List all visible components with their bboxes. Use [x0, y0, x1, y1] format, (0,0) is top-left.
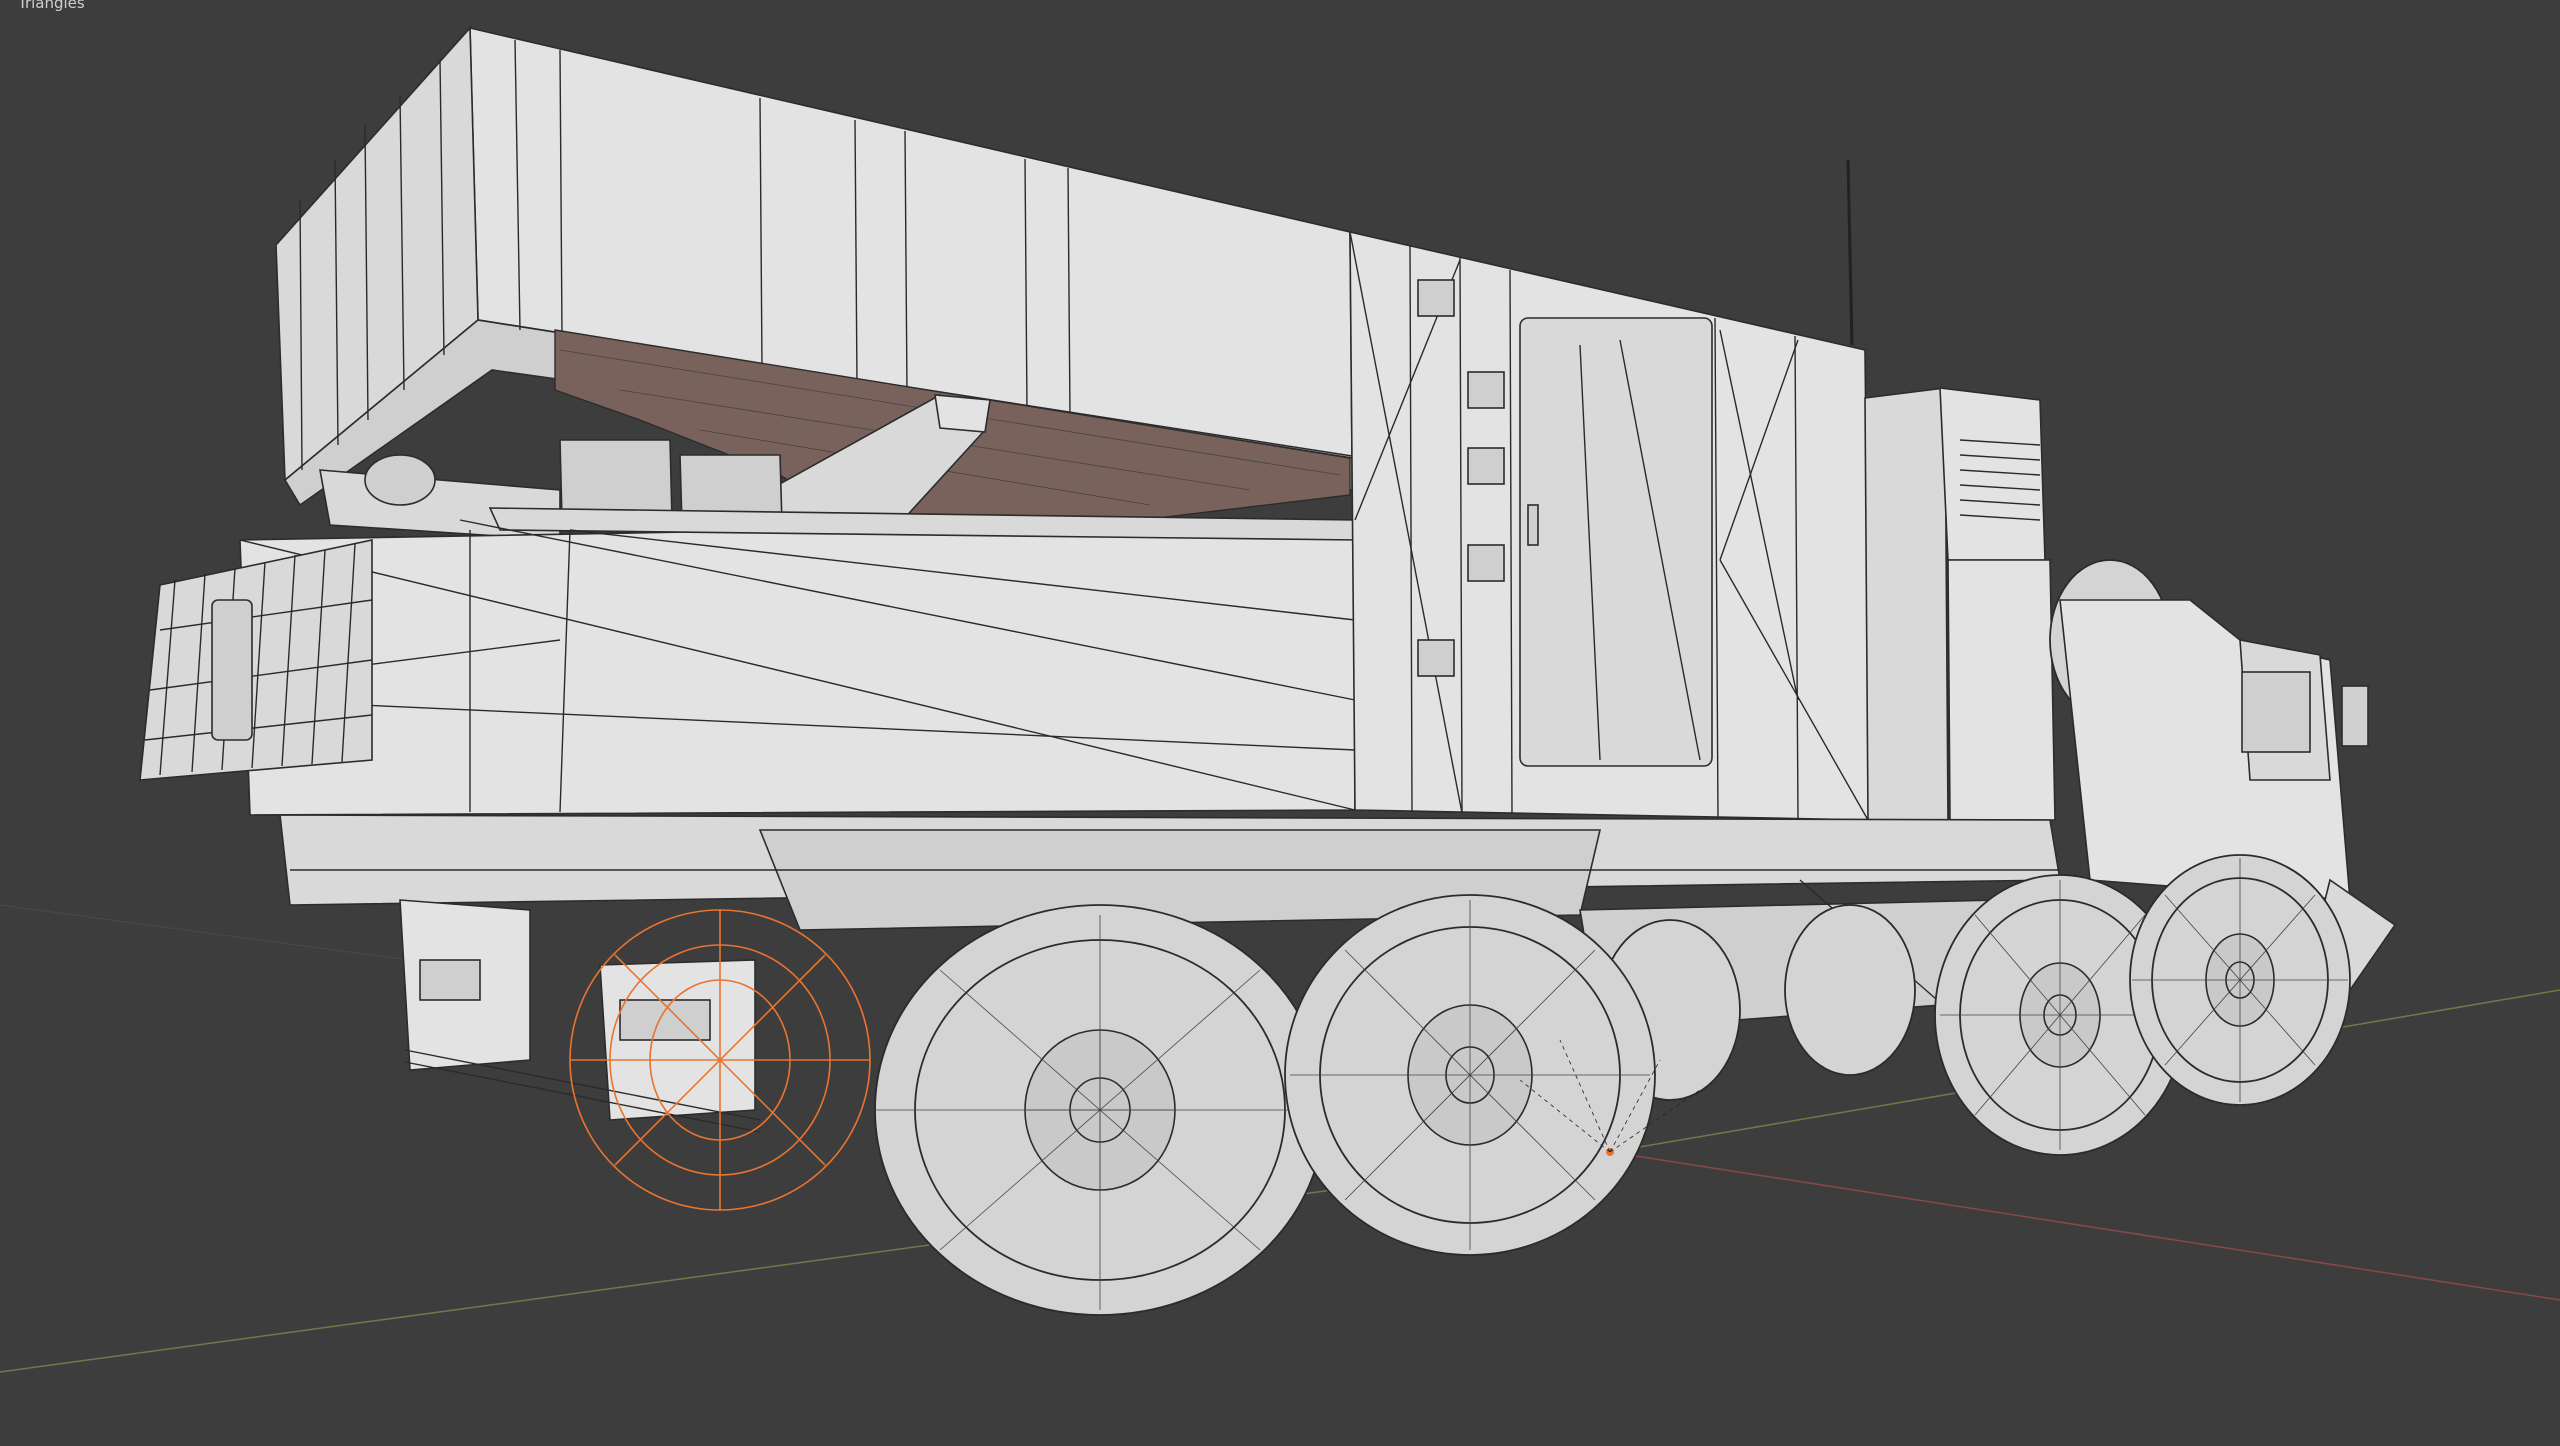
cab-window: [2241, 671, 2311, 753]
wheel-rear-1[interactable]: [874, 904, 1326, 1316]
rear-ladder-rack: [139, 539, 373, 781]
side-mirror: [2341, 685, 2369, 747]
wheel-front-2[interactable]: [2129, 854, 2351, 1106]
generator-unit[interactable]: [1864, 387, 2056, 821]
wheel-rear-2[interactable]: [1284, 894, 1656, 1256]
rear-bumper: [399, 899, 761, 1133]
shelter-body[interactable]: [239, 507, 1359, 816]
antenna: [1846, 159, 1854, 346]
selected-object-highlight[interactable]: [569, 909, 871, 1211]
shelter-door[interactable]: [1519, 317, 1713, 767]
3d-viewport[interactable]: Triangles: [0, 0, 2560, 1446]
viewport-canvas[interactable]: [0, 0, 2560, 1446]
equipment-rack[interactable]: [1349, 230, 1871, 821]
